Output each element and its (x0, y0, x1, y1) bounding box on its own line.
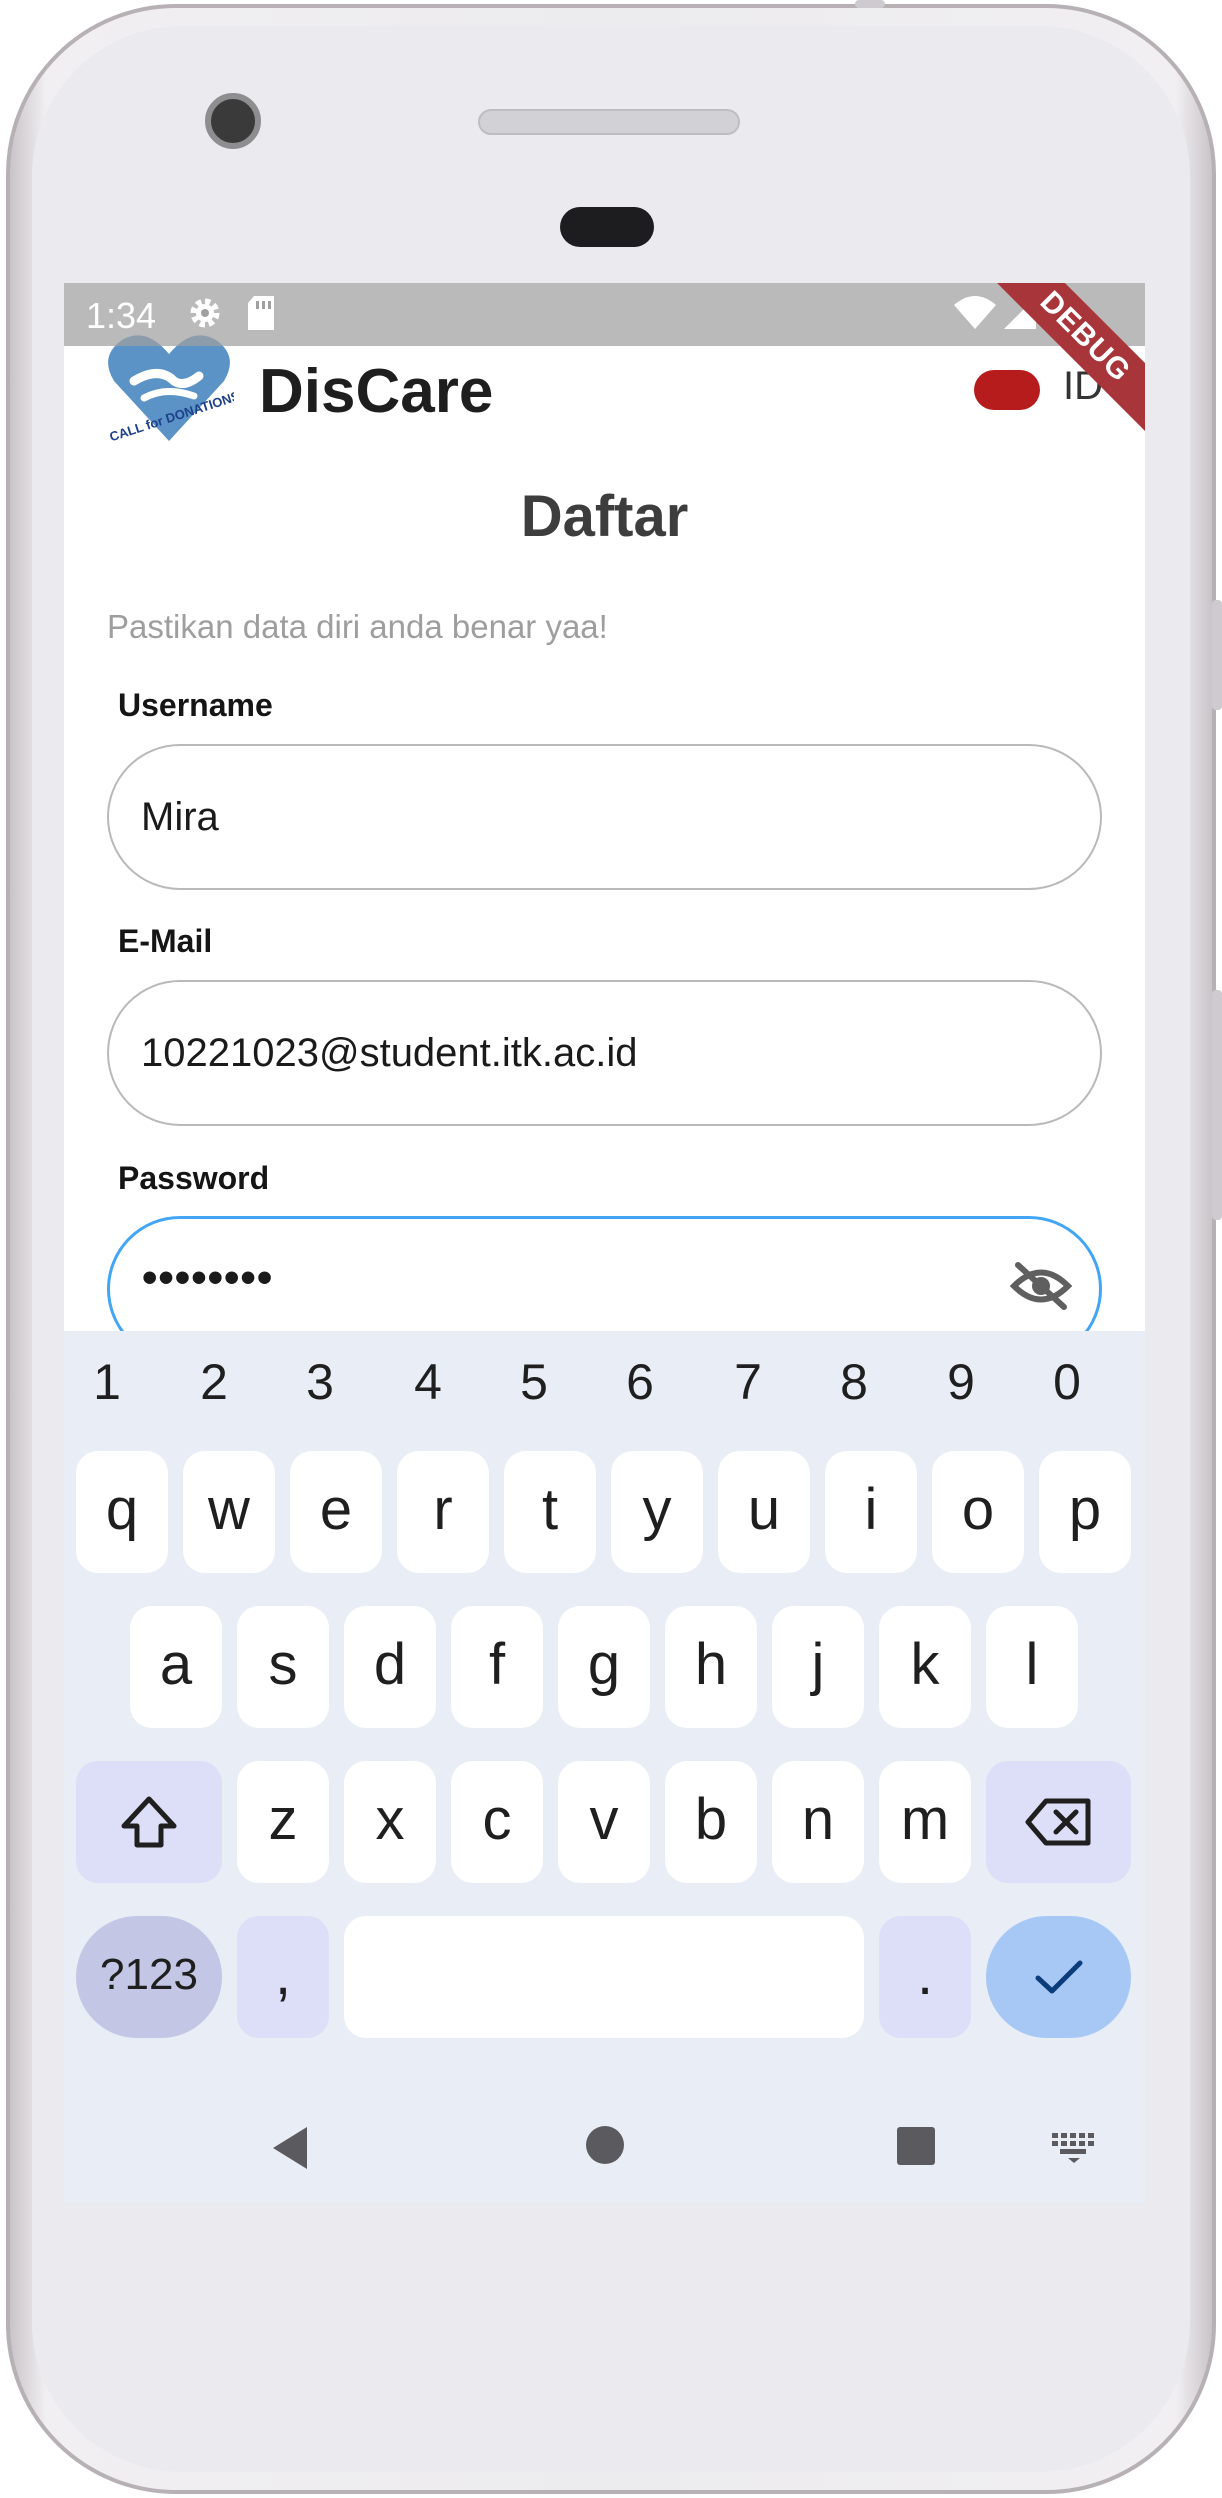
backspace-key[interactable] (986, 1761, 1131, 1883)
recents-icon[interactable] (897, 2127, 935, 2165)
key-4[interactable]: 4 (388, 1353, 468, 1411)
key-r[interactable]: r (397, 1451, 489, 1573)
key-h[interactable]: h (665, 1606, 757, 1728)
key-b[interactable]: b (665, 1761, 757, 1883)
key-w[interactable]: w (183, 1451, 275, 1573)
key-x[interactable]: x (344, 1761, 436, 1883)
proximity-sensor (560, 207, 654, 247)
number-row: 1 2 3 4 5 6 7 8 9 0 (64, 1331, 1145, 1431)
key-o[interactable]: o (932, 1451, 1024, 1573)
password-label: Password (118, 1160, 270, 1196)
email-input[interactable] (141, 982, 1021, 1124)
key-6[interactable]: 6 (600, 1353, 680, 1411)
key-e[interactable]: e (290, 1451, 382, 1573)
power-button (855, 0, 885, 8)
page-title: Daftar (520, 484, 689, 549)
key-0[interactable]: 0 (1027, 1353, 1107, 1411)
key-c[interactable]: c (451, 1761, 543, 1883)
key-i[interactable]: i (825, 1451, 917, 1573)
key-u[interactable]: u (718, 1451, 810, 1573)
key-s[interactable]: s (237, 1606, 329, 1728)
key-y[interactable]: y (611, 1451, 703, 1573)
email-label: E-Mail (118, 923, 213, 959)
front-camera (205, 93, 261, 149)
key-f[interactable]: f (451, 1606, 543, 1728)
key-t[interactable]: t (504, 1451, 596, 1573)
key-5[interactable]: 5 (494, 1353, 574, 1411)
email-field[interactable] (107, 980, 1102, 1126)
symbols-key[interactable]: ?123 (76, 1916, 222, 2038)
key-k[interactable]: k (879, 1606, 971, 1728)
keyboard-switch-icon[interactable] (1052, 2133, 1096, 2163)
key-a[interactable]: a (130, 1606, 222, 1728)
username-input[interactable] (141, 746, 1021, 888)
key-8[interactable]: 8 (814, 1353, 894, 1411)
system-nav-bar (64, 2103, 1145, 2203)
key-n[interactable]: n (772, 1761, 864, 1883)
username-field[interactable] (107, 744, 1102, 890)
volume-down-button (1212, 990, 1222, 1220)
space-key[interactable] (344, 1916, 864, 2038)
app-bar: CALL for DONATIONS DisCare ID (64, 335, 1145, 456)
app-name: DisCare (259, 357, 494, 426)
key-j[interactable]: j (772, 1606, 864, 1728)
soft-keyboard: 1 2 3 4 5 6 7 8 9 0 q w e r t y u i o p … (64, 1331, 1145, 2203)
comma-key[interactable]: , (237, 1916, 329, 2038)
key-3[interactable]: 3 (280, 1353, 360, 1411)
checkmark-icon (1035, 1960, 1082, 1994)
key-7[interactable]: 7 (708, 1353, 788, 1411)
key-9[interactable]: 9 (921, 1353, 1001, 1411)
page-subtitle: Pastikan data diri anda benar yaa! (107, 608, 608, 645)
key-p[interactable]: p (1039, 1451, 1131, 1573)
language-toggle[interactable] (974, 370, 1040, 410)
earpiece-speaker (478, 109, 740, 135)
username-label: Username (118, 687, 273, 723)
eye-off-icon[interactable] (1010, 1261, 1072, 1311)
back-icon[interactable] (269, 2123, 313, 2173)
key-z[interactable]: z (237, 1761, 329, 1883)
key-m[interactable]: m (879, 1761, 971, 1883)
shift-key[interactable] (76, 1761, 222, 1883)
settings-gear-icon (190, 298, 220, 328)
key-1[interactable]: 1 (67, 1353, 147, 1411)
key-q[interactable]: q (76, 1451, 168, 1573)
password-input[interactable]: •••••••• (142, 1253, 273, 1303)
key-v[interactable]: v (558, 1761, 650, 1883)
volume-up-button (1212, 600, 1222, 710)
key-g[interactable]: g (558, 1606, 650, 1728)
enter-key[interactable] (986, 1916, 1131, 2038)
period-key[interactable]: . (879, 1916, 971, 2038)
shift-icon (121, 1796, 177, 1848)
wifi-icon (954, 296, 996, 329)
status-time: 1:34 (86, 295, 157, 336)
key-2[interactable]: 2 (174, 1353, 254, 1411)
key-l[interactable]: l (986, 1606, 1078, 1728)
status-bar: 1:34 (64, 283, 1145, 346)
key-d[interactable]: d (344, 1606, 436, 1728)
sd-card-icon (248, 296, 274, 330)
backspace-icon (1025, 1798, 1090, 1846)
home-icon[interactable] (585, 2125, 625, 2165)
app-screen: CALL for DONATIONS DisCare ID 1:34 DEBUG… (64, 283, 1145, 2203)
